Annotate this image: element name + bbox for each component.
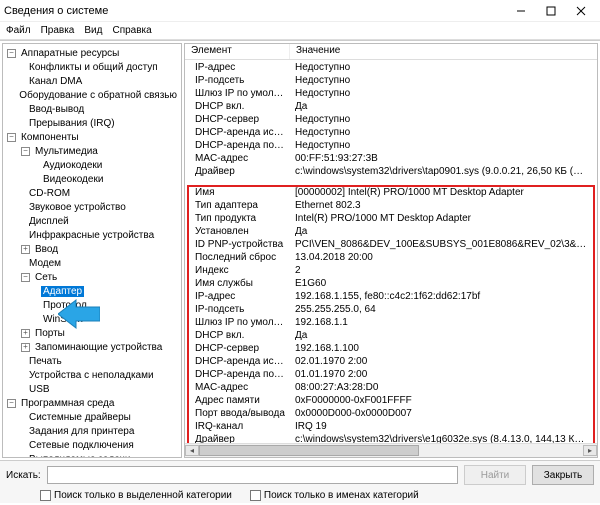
detail-row[interactable]: IP-подсетьНедоступно bbox=[191, 75, 591, 88]
tree-item[interactable]: +Запоминающие устройства bbox=[5, 340, 179, 354]
maximize-button[interactable] bbox=[536, 1, 566, 21]
detail-block: IP-адресНедоступно IP-подсетьНедоступно … bbox=[187, 60, 595, 181]
tree-item[interactable]: Задания для принтера bbox=[5, 424, 179, 438]
menu-help[interactable]: Справка bbox=[112, 25, 151, 36]
column-value[interactable]: Значение bbox=[290, 44, 597, 59]
column-element[interactable]: Элемент bbox=[185, 44, 290, 59]
details-list[interactable]: IP-адресНедоступно IP-подсетьНедоступно … bbox=[185, 60, 597, 443]
detail-block-highlighted: Имя[00000002] Intel(R) PRO/1000 MT Deskt… bbox=[187, 185, 595, 443]
search-footer: Искать: Найти Закрыть Поиск только в выд… bbox=[0, 460, 600, 503]
detail-row[interactable]: Шлюз IP по умолчанию192.168.1.1 bbox=[191, 317, 591, 330]
tree-item[interactable]: USB bbox=[5, 382, 179, 396]
search-label: Искать: bbox=[6, 470, 41, 481]
expand-icon[interactable]: + bbox=[21, 329, 30, 338]
minimize-button[interactable] bbox=[506, 1, 536, 21]
tree-item[interactable]: Прерывания (IRQ) bbox=[5, 116, 179, 130]
titlebar: Сведения о системе bbox=[0, 0, 600, 22]
tree-item[interactable]: Устройства с неполадками bbox=[5, 368, 179, 382]
detail-row[interactable]: IP-подсеть255.255.255.0, 64 bbox=[191, 304, 591, 317]
detail-row[interactable]: Индекс2 bbox=[191, 265, 591, 278]
scroll-thumb[interactable] bbox=[199, 445, 419, 456]
tree-item[interactable]: CD-ROM bbox=[5, 186, 179, 200]
checkbox-icon[interactable] bbox=[40, 490, 51, 501]
window-title: Сведения о системе bbox=[4, 5, 506, 17]
detail-row[interactable]: DHCP-серверНедоступно bbox=[191, 114, 591, 127]
detail-row[interactable]: ID PNP-устройстваPCI\VEN_8086&DEV_100E&S… bbox=[191, 239, 591, 252]
tree-item[interactable]: Звуковое устройство bbox=[5, 200, 179, 214]
collapse-icon[interactable]: − bbox=[7, 133, 16, 142]
detail-row[interactable]: Драйверc:\windows\system32\drivers\e1g60… bbox=[191, 434, 591, 443]
detail-row[interactable]: IP-адресНедоступно bbox=[191, 62, 591, 75]
detail-row[interactable]: Адрес памяти0xF0000000-0xF001FFFF bbox=[191, 395, 591, 408]
detail-row[interactable]: Порт ввода/вывода0x0000D000-0x0000D007 bbox=[191, 408, 591, 421]
tree-item[interactable]: −Мультимедиа bbox=[5, 144, 179, 158]
tree-item[interactable]: Канал DMA bbox=[5, 74, 179, 88]
detail-row[interactable]: DHCP вкл.Да bbox=[191, 101, 591, 114]
detail-row[interactable]: Шлюз IP по умолчаниюНедоступно bbox=[191, 88, 591, 101]
collapse-icon[interactable]: − bbox=[7, 49, 16, 58]
menubar: Файл Правка Вид Справка bbox=[0, 22, 600, 40]
detail-row[interactable]: Драйверc:\windows\system32\drivers\tap09… bbox=[191, 166, 591, 179]
expand-icon[interactable]: + bbox=[21, 343, 30, 352]
tree-item[interactable]: −Сеть bbox=[5, 270, 179, 284]
horizontal-scrollbar[interactable]: ◂ ▸ bbox=[185, 443, 597, 457]
detail-row[interactable]: DHCP-аренда истекает02.01.1970 2:00 bbox=[191, 356, 591, 369]
close-button[interactable] bbox=[566, 1, 596, 21]
column-headers[interactable]: Элемент Значение bbox=[185, 44, 597, 60]
content: −Аппаратные ресурсы Конфликты и общий до… bbox=[0, 40, 600, 460]
detail-row[interactable]: Имя службыE1G60 bbox=[191, 278, 591, 291]
tree-item[interactable]: Модем bbox=[5, 256, 179, 270]
detail-row[interactable]: УстановленДа bbox=[191, 226, 591, 239]
tree-item[interactable]: −Компоненты bbox=[5, 130, 179, 144]
tree-item[interactable]: +Ввод bbox=[5, 242, 179, 256]
detail-row[interactable]: Имя[00000002] Intel(R) PRO/1000 MT Deskt… bbox=[191, 187, 591, 200]
detail-row[interactable]: DHCP-аренда получена01.01.1970 2:00 bbox=[191, 369, 591, 382]
detail-row[interactable]: IRQ-каналIRQ 19 bbox=[191, 421, 591, 434]
scroll-right-icon[interactable]: ▸ bbox=[583, 445, 597, 456]
tree-item[interactable]: Аудиокодеки bbox=[5, 158, 179, 172]
checkbox-icon[interactable] bbox=[250, 490, 261, 501]
category-tree[interactable]: −Аппаратные ресурсы Конфликты и общий до… bbox=[2, 43, 182, 458]
tree-item[interactable]: Ввод-вывод bbox=[5, 102, 179, 116]
tree-item[interactable]: Инфракрасные устройства bbox=[5, 228, 179, 242]
tree-item[interactable]: Дисплей bbox=[5, 214, 179, 228]
find-button[interactable]: Найти bbox=[464, 465, 526, 485]
tree-item[interactable]: Выполняемые задачи bbox=[5, 452, 179, 458]
tree-item[interactable]: Конфликты и общий доступ bbox=[5, 60, 179, 74]
menu-file[interactable]: Файл bbox=[6, 25, 31, 36]
tree-item[interactable]: Сетевые подключения bbox=[5, 438, 179, 452]
checkbox-category-names[interactable]: Поиск только в именах категорий bbox=[250, 490, 419, 501]
detail-row[interactable]: IP-адрес192.168.1.155, fe80::c4c2:1f62:d… bbox=[191, 291, 591, 304]
tree-item[interactable]: −Программная среда bbox=[5, 396, 179, 410]
detail-row[interactable]: MAC-адрес08:00:27:A3:28:D0 bbox=[191, 382, 591, 395]
detail-row[interactable]: DHCP вкл.Да bbox=[191, 330, 591, 343]
menu-view[interactable]: Вид bbox=[84, 25, 102, 36]
scroll-left-icon[interactable]: ◂ bbox=[185, 445, 199, 456]
tree-item[interactable]: WinSock bbox=[5, 312, 179, 326]
detail-row[interactable]: Тип адаптераEthernet 802.3 bbox=[191, 200, 591, 213]
collapse-icon[interactable]: − bbox=[21, 273, 30, 282]
tree-item[interactable]: +Порты bbox=[5, 326, 179, 340]
detail-row[interactable]: DHCP-аренда истекаетНедоступно bbox=[191, 127, 591, 140]
details-pane: Элемент Значение IP-адресНедоступно IP-п… bbox=[184, 43, 598, 458]
checkbox-selected-category[interactable]: Поиск только в выделенной категории bbox=[40, 490, 232, 501]
tree-item[interactable]: Видеокодеки bbox=[5, 172, 179, 186]
tree-item[interactable]: Печать bbox=[5, 354, 179, 368]
close-search-button[interactable]: Закрыть bbox=[532, 465, 594, 485]
expand-icon[interactable]: + bbox=[21, 245, 30, 254]
menu-edit[interactable]: Правка bbox=[41, 25, 75, 36]
tree-item-selected[interactable]: Адаптер bbox=[5, 284, 179, 298]
search-input[interactable] bbox=[47, 466, 458, 484]
detail-row[interactable]: Тип продуктаIntel(R) PRO/1000 MT Desktop… bbox=[191, 213, 591, 226]
detail-row[interactable]: DHCP-аренда полученаНедоступно bbox=[191, 140, 591, 153]
tree-item[interactable]: Оборудование с обратной связью bbox=[5, 88, 179, 102]
tree-item[interactable]: Системные драйверы bbox=[5, 410, 179, 424]
detail-row[interactable]: MAC-адрес00:FF:51:93:27:3B bbox=[191, 153, 591, 166]
detail-row[interactable]: DHCP-сервер192.168.1.100 bbox=[191, 343, 591, 356]
tree-item[interactable]: −Аппаратные ресурсы bbox=[5, 46, 179, 60]
collapse-icon[interactable]: − bbox=[7, 399, 16, 408]
collapse-icon[interactable]: − bbox=[21, 147, 30, 156]
tree-item[interactable]: Протокол bbox=[5, 298, 179, 312]
detail-row[interactable]: Последний сброс13.04.2018 20:00 bbox=[191, 252, 591, 265]
